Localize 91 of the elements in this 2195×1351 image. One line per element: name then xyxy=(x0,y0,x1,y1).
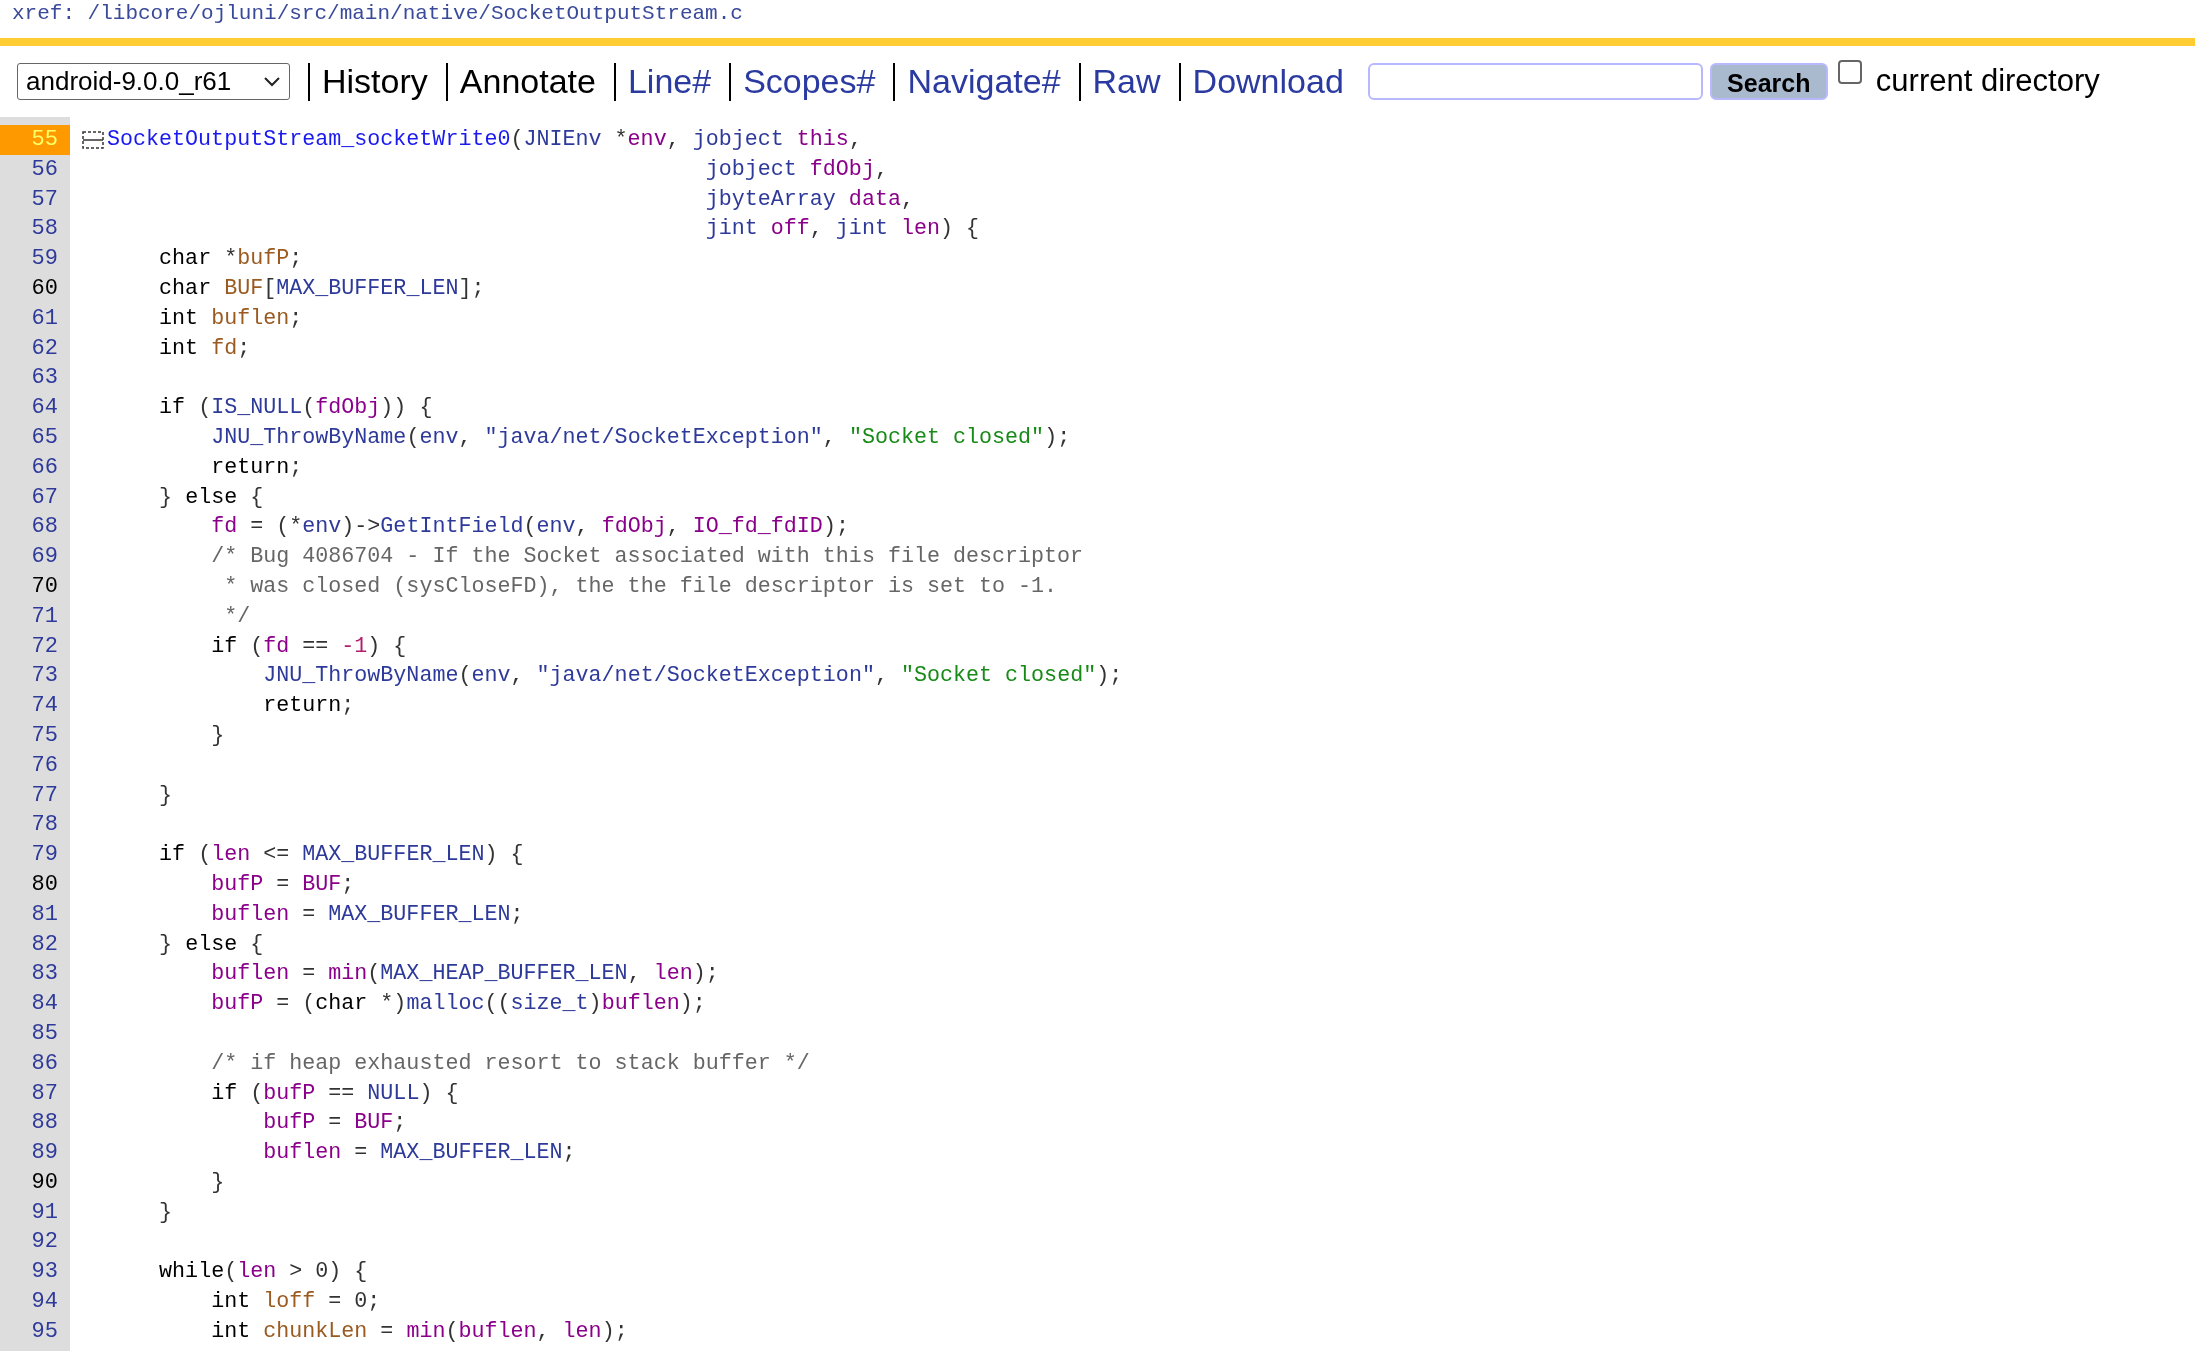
line-number[interactable]: 61 xyxy=(0,303,70,334)
code-line: /* Bug 4086704 - If the Socket associated with this file descriptor xyxy=(210,543,1084,572)
line-number[interactable]: 73 xyxy=(0,661,70,692)
code-line: bufP = BUF; xyxy=(210,870,355,899)
code-line: fd = (*env)->GetIntField(env, fdObj, IO_fd_fdID); xyxy=(210,513,849,542)
line-number[interactable]: 68 xyxy=(0,512,70,543)
line-number[interactable]: 92 xyxy=(0,1227,70,1258)
line-number[interactable]: 75 xyxy=(0,720,70,751)
line-number[interactable]: 93 xyxy=(0,1257,70,1288)
line-number[interactable]: 69 xyxy=(0,542,70,572)
line-number[interactable]: 58 xyxy=(0,214,70,245)
code-line: /* if heap exhausted resort to stack buffer */ xyxy=(210,1049,810,1078)
toolbar-link[interactable]: Scopes# xyxy=(743,56,876,107)
line-number[interactable]: 66 xyxy=(0,452,70,483)
line-number[interactable]: 78 xyxy=(0,810,70,841)
file-path: xref: /libcore/ojluni/src/main/native/SocketOutputStream.c xyxy=(11,1,744,27)
code-line: char BUF[MAX_BUFFER_LEN]; xyxy=(158,275,485,303)
code-line: * was closed (sysCloseFD), the the file descriptor is set to -1. xyxy=(223,572,1058,601)
line-number[interactable]: 62 xyxy=(0,333,70,364)
line-number[interactable]: 90 xyxy=(0,1167,70,1198)
collapse-icon[interactable] xyxy=(81,129,105,150)
line-number[interactable]: 65 xyxy=(0,422,70,453)
code-line: } else { xyxy=(158,930,264,959)
line-number[interactable]: 77 xyxy=(0,780,70,811)
line-number[interactable]: 84 xyxy=(0,989,70,1019)
code-line: } xyxy=(158,1198,173,1227)
line-number[interactable]: 70 xyxy=(0,571,70,602)
code-line: */ xyxy=(223,602,251,631)
line-number[interactable]: 56 xyxy=(0,154,70,185)
code-line: } else { xyxy=(158,483,264,512)
line-number[interactable]: 83 xyxy=(0,959,70,990)
line-number[interactable]: 87 xyxy=(0,1078,70,1109)
line-number[interactable]: 81 xyxy=(0,899,70,930)
toolbar-label: Annotate xyxy=(459,61,596,102)
line-number[interactable]: 82 xyxy=(0,929,70,960)
code-line: buflen = min(MAX_HEAP_BUFFER_LEN, len); xyxy=(210,960,719,989)
line-number[interactable]: 60 xyxy=(0,274,70,304)
toolbar-link[interactable]: Raw xyxy=(1092,56,1161,107)
code-line: int loff = 0; xyxy=(210,1288,381,1317)
code-line: int buflen; xyxy=(158,304,303,333)
line-number[interactable]: 76 xyxy=(0,750,70,781)
code-line: } xyxy=(210,721,225,750)
line-number[interactable]: 57 xyxy=(0,184,70,215)
line-number[interactable]: 85 xyxy=(0,1018,70,1049)
code-line: if (bufP == NULL) { xyxy=(210,1079,459,1108)
line-number[interactable]: 86 xyxy=(0,1048,70,1079)
line-number[interactable]: 80 xyxy=(0,869,70,900)
code-line: jbyteArray data, xyxy=(704,185,914,214)
code-line: bufP = (char *)malloc((size_t)buflen); xyxy=(210,990,706,1019)
search-button[interactable]: Search xyxy=(1709,63,1828,100)
toolbar-link[interactable]: Download xyxy=(1192,56,1344,107)
search-field[interactable] xyxy=(1367,63,1703,100)
line-number[interactable]: 72 xyxy=(0,631,70,662)
checkbox-label: current directory xyxy=(1875,62,2100,101)
line-number[interactable]: 91 xyxy=(0,1197,70,1228)
code-line: while(len > 0) { xyxy=(158,1258,368,1287)
code-line: bufP = BUF; xyxy=(262,1109,407,1138)
toolbar-link[interactable]: Navigate# xyxy=(907,56,1061,107)
code-line: if (len <= MAX_BUFFER_LEN) { xyxy=(158,841,524,870)
line-number[interactable]: 59 xyxy=(0,244,70,274)
code-line: int fd; xyxy=(158,334,251,363)
line-number[interactable]: 67 xyxy=(0,482,70,513)
code-line: char *bufP; xyxy=(158,245,303,274)
chevron-down-icon xyxy=(263,75,281,88)
code-line: if (IS_NULL(fdObj)) { xyxy=(158,394,433,423)
line-number[interactable]: 89 xyxy=(0,1138,70,1168)
code-line: } xyxy=(210,1168,225,1197)
code-line: return; xyxy=(210,453,303,482)
code-line: SocketOutputStream_socketWrite0(JNIEnv *env, jobject this, xyxy=(107,126,862,154)
code-line: buflen = MAX_BUFFER_LEN; xyxy=(262,1139,576,1168)
line-number[interactable]: 74 xyxy=(0,691,70,721)
version-select[interactable]: android-9.0.0_r61 xyxy=(17,63,290,100)
code-line: JNU_ThrowByName(env, "java/net/SocketException", "Socket closed"); xyxy=(210,423,1071,452)
toolbar-label: History xyxy=(322,61,428,102)
code-line: } xyxy=(158,781,173,810)
line-number[interactable]: 88 xyxy=(0,1108,70,1139)
toolbar-link[interactable]: Line# xyxy=(627,56,712,107)
code-line: buflen = MAX_BUFFER_LEN; xyxy=(210,900,524,929)
line-number[interactable]: 79 xyxy=(0,840,70,870)
line-number[interactable]: 64 xyxy=(0,393,70,423)
line-number[interactable]: 71 xyxy=(0,601,70,632)
code-line: jint off, jint len) { xyxy=(704,215,980,244)
code-line: jobject fdObj, xyxy=(704,155,888,184)
line-number[interactable]: 95 xyxy=(0,1316,70,1347)
code-line: int chunkLen = min(buflen, len); xyxy=(210,1317,628,1346)
code-line: return; xyxy=(262,692,355,721)
code-line: if (fd == -1) { xyxy=(210,632,407,661)
line-number[interactable]: 94 xyxy=(0,1287,70,1317)
code-line: JNU_ThrowByName(env, "java/net/SocketException", "Socket closed"); xyxy=(262,662,1123,691)
checkbox[interactable] xyxy=(1837,60,1862,84)
line-number[interactable]: 63 xyxy=(0,363,70,394)
